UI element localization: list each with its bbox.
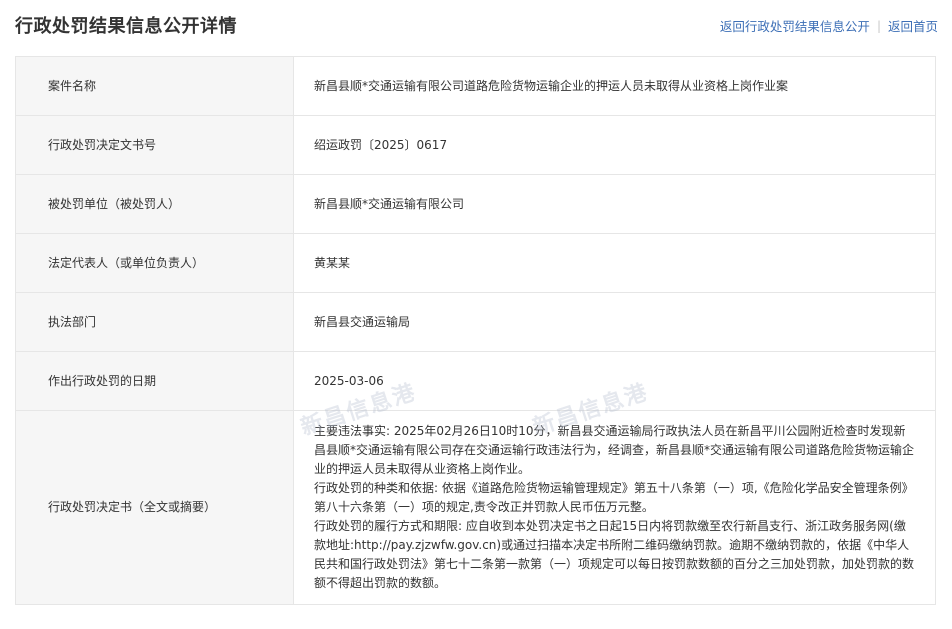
row-label-decision-date: 作出行政处罚的日期 <box>15 351 294 411</box>
table-row: 行政处罚决定书（全文或摘要） 主要违法事实: 2025年02月26日10时10分… <box>15 410 936 605</box>
row-value-decision-date: 2025-03-06 <box>293 351 936 411</box>
row-value-decision-text: 主要违法事实: 2025年02月26日10时10分，新昌县交通运输局行政执法人员… <box>293 410 936 605</box>
table-row: 行政处罚决定文书号 绍运政罚〔2025〕0617 <box>15 115 936 175</box>
page-title: 行政处罚结果信息公开详情 <box>15 16 237 37</box>
decision-paragraph-facts: 主要违法事实: 2025年02月26日10时10分，新昌县交通运输局行政执法人员… <box>314 424 915 476</box>
top-links: 返回行政处罚结果信息公开 | 返回首页 <box>720 16 938 35</box>
row-value-document-number: 绍运政罚〔2025〕0617 <box>293 115 936 175</box>
table-row: 作出行政处罚的日期 2025-03-06 <box>15 351 936 411</box>
row-value-penalized-party: 新昌县顺*交通运输有限公司 <box>293 174 936 234</box>
table-row: 执法部门 新昌县交通运输局 <box>15 292 936 352</box>
table-row: 法定代表人（或单位负责人） 黄某某 <box>15 233 936 293</box>
page-header: 行政处罚结果信息公开详情 返回行政处罚结果信息公开 | 返回首页 <box>0 0 952 50</box>
row-label-legal-representative: 法定代表人（或单位负责人） <box>15 233 294 293</box>
row-label-decision-text: 行政处罚决定书（全文或摘要） <box>15 410 294 605</box>
back-home-link[interactable]: 返回首页 <box>888 16 938 35</box>
row-value-enforcement-department: 新昌县交通运输局 <box>293 292 936 352</box>
table-row: 案件名称 新昌县顺*交通运输有限公司道路危险货物运输企业的押运人员未取得从业资格… <box>15 56 936 116</box>
row-label-penalized-party: 被处罚单位（被处罚人） <box>15 174 294 234</box>
link-separator: | <box>876 18 881 33</box>
decision-paragraph-payment: 行政处罚的履行方式和期限: 应自收到本处罚决定书之日起15日内将罚款缴至农行新昌… <box>314 519 915 590</box>
table-row: 被处罚单位（被处罚人） 新昌县顺*交通运输有限公司 <box>15 174 936 234</box>
row-label-case-name: 案件名称 <box>15 56 294 116</box>
decision-paragraph-basis: 行政处罚的种类和依据: 依据《道路危险货物运输管理规定》第五十八条第（一）项,《… <box>314 481 914 514</box>
row-value-case-name: 新昌县顺*交通运输有限公司道路危险货物运输企业的押运人员未取得从业资格上岗作业案 <box>293 56 936 116</box>
row-value-legal-representative: 黄某某 <box>293 233 936 293</box>
row-label-enforcement-department: 执法部门 <box>15 292 294 352</box>
back-to-list-link[interactable]: 返回行政处罚结果信息公开 <box>720 16 870 35</box>
row-label-document-number: 行政处罚决定文书号 <box>15 115 294 175</box>
detail-table: 案件名称 新昌县顺*交通运输有限公司道路危险货物运输企业的押运人员未取得从业资格… <box>15 56 936 605</box>
